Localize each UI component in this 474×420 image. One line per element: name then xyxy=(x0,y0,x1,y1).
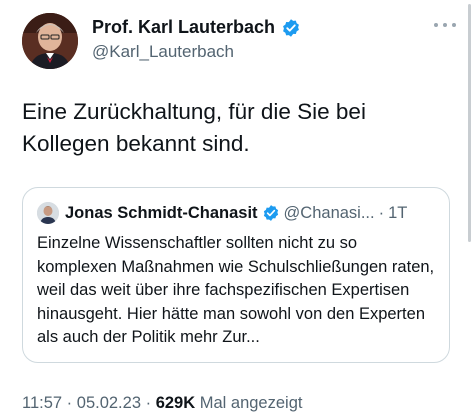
author-name[interactable]: Prof. Karl Lauterbach xyxy=(92,17,275,38)
verified-badge-icon xyxy=(262,204,280,222)
views-count: 629K xyxy=(155,394,196,412)
tweet-meta: 11:57 · 05.02.23 · 629K Mal angezeigt xyxy=(22,394,302,413)
tweet-text: Eine Zurückhaltung, für die Sie bei Koll… xyxy=(22,99,366,156)
verified-badge-icon xyxy=(281,18,301,38)
quoted-tweet-time: 1T xyxy=(388,203,408,222)
quoted-tweet-card[interactable]: Jonas Schmidt-Chanasit @Chanasi... · 1T … xyxy=(22,187,450,363)
author-avatar[interactable] xyxy=(22,13,78,69)
views-label: Mal angezeigt xyxy=(199,394,303,412)
meta-separator: · xyxy=(145,394,152,412)
more-dot xyxy=(443,23,447,27)
quoted-author-name: Jonas Schmidt-Chanasit xyxy=(65,203,258,222)
tweet-container: Prof. Karl Lauterbach @Karl_Lauterbach E… xyxy=(0,0,474,420)
more-dot xyxy=(452,23,456,27)
author-handle[interactable]: @Karl_Lauterbach xyxy=(92,42,234,62)
quoted-tweet-header: Jonas Schmidt-Chanasit @Chanasi... · 1T xyxy=(37,202,435,224)
meta-separator: · xyxy=(66,394,73,412)
quoted-tweet-text: Einzelne Wissenschaftler sollten nicht z… xyxy=(37,234,435,346)
scrollbar[interactable] xyxy=(468,4,471,242)
quoted-separator: · xyxy=(378,203,385,222)
quoted-author-avatar xyxy=(37,202,59,224)
quoted-author-handle: @Chanasi... xyxy=(283,203,375,222)
more-dot xyxy=(434,23,438,27)
tweet-time[interactable]: 11:57 xyxy=(22,394,62,412)
author-name-row: Prof. Karl Lauterbach xyxy=(92,17,301,38)
tweet-date[interactable]: 05.02.23 xyxy=(77,394,141,412)
more-horizontal-icon[interactable] xyxy=(434,18,456,32)
